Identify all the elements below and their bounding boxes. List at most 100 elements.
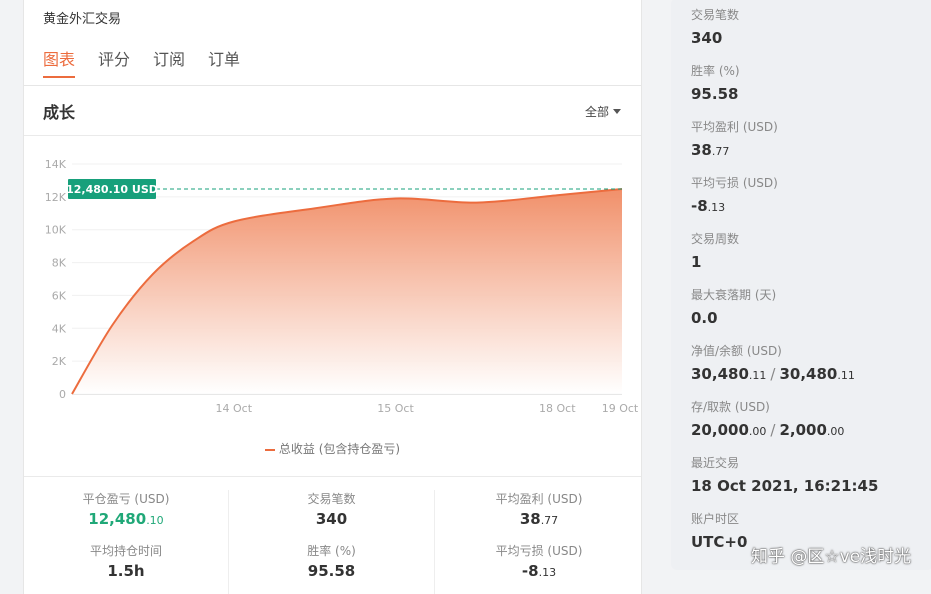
legend-label: 总收益 (包含持仓盈亏)	[278, 442, 401, 456]
stat-value-dec: .77	[540, 514, 559, 527]
stat-value: -8.13	[435, 562, 643, 580]
side-trade-weeks: 交易周数 1	[691, 230, 739, 271]
side-value-dec: .77	[711, 145, 730, 158]
withdraw-dec: .00	[826, 425, 845, 438]
x-tick-label: 19 Oct	[602, 402, 639, 415]
stat-value-dec: .10	[146, 514, 164, 527]
side-deposit-withdraw: 存/取款 (USD) 20,000.00/2,000.00	[691, 398, 844, 439]
side-value: 18 Oct 2021, 16:21:45	[691, 477, 879, 495]
y-tick-label: 8K	[52, 257, 67, 270]
stat-label: 平均亏损 (USD)	[495, 544, 583, 558]
area-fill	[72, 188, 622, 394]
stat-avg-loss: 平均亏损 (USD) -8.13	[435, 542, 643, 594]
stat-label: 平仓盈亏 (USD)	[82, 492, 170, 506]
y-tick-label: 2K	[52, 355, 67, 368]
stat-label: 平均持仓时间	[89, 544, 162, 558]
area-series	[71, 187, 623, 395]
stat-value: 340	[229, 510, 434, 528]
side-value: 95.58	[691, 85, 739, 103]
side-win-rate: 胜率 (%) 95.58	[691, 62, 740, 103]
range-dropdown[interactable]: 全部	[585, 103, 621, 120]
side-value: UTC+0	[691, 533, 748, 551]
side-last-trade: 最近交易 18 Oct 2021, 16:21:45	[691, 454, 878, 495]
growth-header: 成长 全部	[24, 94, 641, 136]
side-label: 交易周数	[691, 232, 740, 246]
reference-line: 12,480.10 USD	[66, 178, 622, 199]
watermark-text: 知乎 @区☆ve浅时光	[751, 547, 912, 567]
strategy-title: 黄金外汇交易	[43, 12, 122, 27]
stat-value-int: -8	[521, 562, 539, 580]
y-tick-label: 10K	[45, 224, 67, 237]
stat-value: 1.5h	[24, 562, 228, 580]
stat-label: 胜率 (%)	[307, 544, 356, 558]
y-tick-label: 6K	[52, 289, 67, 302]
stat-avg-hold-time: 平均持仓时间 1.5h	[24, 542, 229, 594]
side-value: 1	[691, 253, 702, 271]
caret-down-icon	[613, 109, 621, 114]
side-value: 30,480.11/30,480.11	[691, 365, 855, 383]
x-tick-label: 15 Oct	[377, 402, 414, 415]
stat-value-dec: .13	[538, 566, 557, 579]
deposit-dec: .00	[748, 425, 767, 438]
chart-legend[interactable]: 总收益 (包含持仓盈亏)	[24, 440, 641, 457]
equity-value: 30,480	[691, 365, 749, 383]
stat-value-int: 95.58	[307, 562, 356, 580]
side-label: 胜率 (%)	[691, 64, 740, 78]
side-timezone: 账户时区 UTC+0	[691, 510, 747, 551]
stat-value-int: 38	[519, 510, 541, 528]
tab-chart[interactable]: 图表	[43, 48, 76, 78]
equity-dec: .11	[748, 369, 767, 382]
tab-rating[interactable]: 评分	[98, 48, 130, 78]
side-value: 0.0	[691, 309, 718, 327]
side-avg-profit: 平均盈利 (USD) 38.77	[691, 118, 778, 159]
value-separator: /	[770, 421, 776, 439]
tab-bar: 图表 评分 订阅 订单	[43, 48, 263, 78]
stats-divider	[24, 476, 641, 477]
side-value: 38.77	[691, 141, 778, 159]
range-dropdown-label: 全部	[584, 105, 609, 119]
stat-label: 平均盈利 (USD)	[495, 492, 583, 506]
growth-chart-svg: 12,480.10 USD 0 2K 4K 6K 8K 10K 12K 14K 14 Oct 15…	[45, 158, 639, 415]
reference-badge-label: 12,480.10 USD	[66, 183, 158, 196]
side-avg-loss: 平均亏损 (USD) -8.13	[691, 174, 778, 215]
stat-label: 交易笔数	[307, 492, 356, 506]
side-value-dec: .13	[707, 201, 726, 214]
strategy-panel: 黄金外汇交易 图表 评分 订阅 订单 成长 全部 12,480.10 USD 0…	[23, 0, 642, 594]
y-tick-label: 12K	[45, 191, 67, 204]
side-label: 最近交易	[691, 456, 740, 470]
value-separator: /	[770, 365, 776, 383]
balance-dec: .11	[837, 369, 855, 382]
side-value: 340	[691, 29, 723, 47]
tab-subscribe[interactable]: 订阅	[153, 48, 185, 78]
stat-value: 38.77	[435, 510, 643, 528]
side-max-drawdown: 最大衰落期 (天) 0.0	[691, 286, 776, 327]
tabs-divider	[24, 85, 641, 86]
stat-value: 95.58	[229, 562, 434, 580]
side-label: 平均亏损 (USD)	[691, 176, 778, 190]
legend-line-icon	[264, 448, 275, 451]
side-label: 账户时区	[691, 512, 740, 526]
stats-grid: 平仓盈亏 (USD) 12,480.10 交易笔数 340 平均盈利 (USD)…	[24, 490, 643, 594]
y-tick-label: 14K	[45, 158, 67, 171]
side-trades: 交易笔数 340	[691, 6, 739, 47]
tab-orders[interactable]: 订单	[208, 48, 240, 78]
deposit-value: 20,000	[691, 421, 749, 439]
side-label: 净值/余额 (USD)	[691, 344, 782, 358]
account-summary-panel: 交易笔数 340 胜率 (%) 95.58 平均盈利 (USD) 38.77 平…	[671, 0, 931, 570]
withdraw-value: 2,000	[779, 421, 827, 439]
side-label: 平均盈利 (USD)	[691, 120, 778, 134]
stat-value-int: 1.5h	[107, 562, 145, 580]
side-label: 存/取款 (USD)	[691, 400, 770, 414]
stat-value-int: 340	[315, 510, 348, 528]
side-label: 最大衰落期 (天)	[691, 288, 777, 302]
side-value: 20,000.00/2,000.00	[691, 421, 844, 439]
stat-win-rate: 胜率 (%) 95.58	[229, 542, 435, 594]
stat-trades: 交易笔数 340	[229, 490, 435, 542]
y-tick-label: 0	[59, 388, 66, 401]
x-tick-label: 18 Oct	[539, 402, 576, 415]
y-tick-label: 4K	[52, 322, 67, 335]
growth-title: 成长	[43, 103, 76, 122]
side-equity-balance: 净值/余额 (USD) 30,480.11/30,480.11	[691, 342, 855, 383]
balance-value: 30,480	[779, 365, 838, 383]
x-tick-label: 14 Oct	[216, 402, 253, 415]
